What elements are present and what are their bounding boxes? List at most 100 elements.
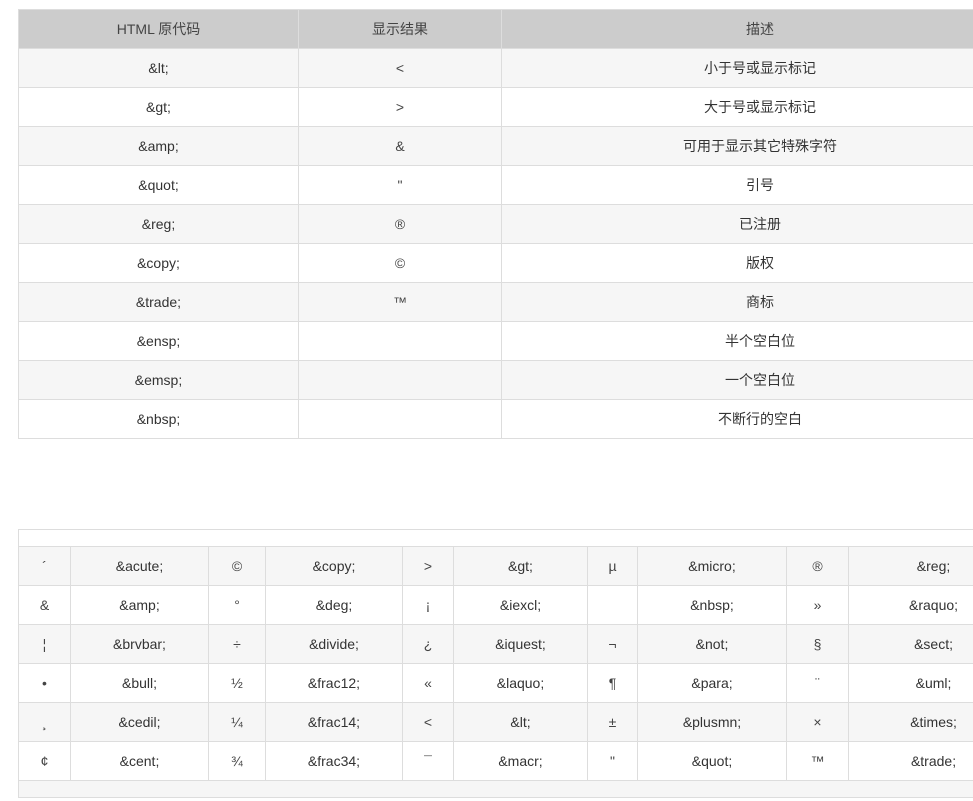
symbol-cell: ¨ (786, 663, 849, 703)
entity-code: &uml; (847, 663, 973, 703)
table-row: • &bull; ½ &frac12; « &laquo; ¶ &para; ¨… (18, 663, 973, 703)
symbol-cell: ¡ (402, 585, 454, 625)
entity-description: 引号 (501, 165, 973, 205)
entity-display: ™ (298, 282, 502, 322)
entity-code: &deg; (265, 585, 403, 625)
symbol-cell: ¦ (18, 624, 71, 664)
entity-display: > (298, 87, 502, 127)
table-row: &nbsp; 不断行的空白 (18, 399, 973, 439)
entity-code: &reg; (18, 204, 299, 244)
entity-code: &macr; (453, 741, 588, 781)
symbol-cell: ° (208, 585, 266, 625)
entity-code: &frac14; (265, 702, 403, 742)
entity-description: 不断行的空白 (501, 399, 973, 439)
entity-code: &frac34; (265, 741, 403, 781)
header-description: 描述 (501, 9, 973, 49)
symbol-cell: > (402, 546, 454, 586)
entity-table: HTML 原代码 显示结果 描述 &lt; < 小于号或显示标记 &gt; > … (18, 9, 973, 439)
entity-code: &copy; (265, 546, 403, 586)
entity-code: &iexcl; (453, 585, 588, 625)
table-blank-row (17, 780, 973, 798)
entity-code: &lt; (453, 702, 588, 742)
table-row: ¦ &brvbar; ÷ &divide; ¿ &iquest; ¬ &not;… (18, 624, 973, 664)
symbol-cell: © (208, 546, 266, 586)
entity-code: &times; (847, 702, 973, 742)
entity-code: &ensp; (18, 321, 299, 361)
entity-display: " (298, 165, 502, 205)
table-row: &emsp; 一个空白位 (18, 360, 973, 400)
entity-description: 小于号或显示标记 (501, 48, 973, 88)
table-header-row: HTML 原代码 显示结果 描述 (18, 9, 973, 49)
table-blank-row (17, 529, 973, 547)
symbol-cell: " (587, 741, 638, 781)
table-row: &ensp; 半个空白位 (18, 321, 973, 361)
entity-code: &cedil; (70, 702, 209, 742)
entity-code: &bull; (70, 663, 209, 703)
entity-code: &iquest; (453, 624, 588, 664)
entity-code: &trade; (18, 282, 299, 322)
symbol-cell: < (402, 702, 454, 742)
table-row: &lt; < 小于号或显示标记 (18, 48, 973, 88)
entity-display: © (298, 243, 502, 283)
table-row: &trade; ™ 商标 (18, 282, 973, 322)
symbol-cell: ¼ (208, 702, 266, 742)
table-row: &reg; ® 已注册 (18, 204, 973, 244)
table-row: &amp; & 可用于显示其它特殊字符 (18, 126, 973, 166)
symbol-cell: × (786, 702, 849, 742)
table-row: ´ &acute; © &copy; > &gt; µ &micro; ® &r… (18, 546, 973, 586)
entity-code: &copy; (18, 243, 299, 283)
table-row: &gt; > 大于号或显示标记 (18, 87, 973, 127)
entity-code: &gt; (453, 546, 588, 586)
entity-code: &plusmn; (637, 702, 787, 742)
entity-code: &brvbar; (70, 624, 209, 664)
symbol-cell: ® (786, 546, 849, 586)
entity-code: &quot; (637, 741, 787, 781)
entity-code: &emsp; (18, 360, 299, 400)
entity-display: ® (298, 204, 502, 244)
entity-code: &frac12; (265, 663, 403, 703)
entity-display (298, 399, 502, 439)
symbol-cell: ™ (786, 741, 849, 781)
entity-code: &trade; (847, 741, 973, 781)
table-row: ¢ &cent; ¾ &frac34; ¯ &macr; " &quot; ™ … (18, 741, 973, 781)
entity-code: &raquo; (847, 585, 973, 625)
table-row: &copy; © 版权 (18, 243, 973, 283)
entity-description: 可用于显示其它特殊字符 (501, 126, 973, 166)
symbol-cell: ¯ (402, 741, 454, 781)
entity-description: 商标 (501, 282, 973, 322)
entity-description: 半个空白位 (501, 321, 973, 361)
symbol-cell: ¢ (18, 741, 71, 781)
symbol-cell: ± (587, 702, 638, 742)
entity-code: &gt; (18, 87, 299, 127)
entity-code: &sect; (847, 624, 973, 664)
entity-code: &cent; (70, 741, 209, 781)
symbol-cell: « (402, 663, 454, 703)
entity-description: 大于号或显示标记 (501, 87, 973, 127)
header-display-result: 显示结果 (298, 9, 502, 49)
table-row: & &amp; ° &deg; ¡ &iexcl; &nbsp; » &raqu… (18, 585, 973, 625)
entity-display (298, 360, 502, 400)
symbol-cell: ¶ (587, 663, 638, 703)
entity-code: &amp; (18, 126, 299, 166)
symbol-cell: ´ (18, 546, 71, 586)
entity-description: 已注册 (501, 204, 973, 244)
entity-code: &reg; (847, 546, 973, 586)
entity-code: &laquo; (453, 663, 588, 703)
symbol-table: ´ &acute; © &copy; > &gt; µ &micro; ® &r… (17, 529, 973, 798)
entity-code: &quot; (18, 165, 299, 205)
entity-code: &amp; (70, 585, 209, 625)
symbol-cell: ¾ (208, 741, 266, 781)
entity-code: &para; (637, 663, 787, 703)
entity-code: &micro; (637, 546, 787, 586)
symbol-cell: ÷ (208, 624, 266, 664)
entity-code: &lt; (18, 48, 299, 88)
symbol-cell: • (18, 663, 71, 703)
entity-display: < (298, 48, 502, 88)
symbol-cell: & (18, 585, 71, 625)
header-source-code: HTML 原代码 (18, 9, 299, 49)
entity-code: &divide; (265, 624, 403, 664)
symbol-cell: ½ (208, 663, 266, 703)
table-row: ¸ &cedil; ¼ &frac14; < &lt; ± &plusmn; ×… (18, 702, 973, 742)
table-row: &quot; " 引号 (18, 165, 973, 205)
entity-display (298, 321, 502, 361)
